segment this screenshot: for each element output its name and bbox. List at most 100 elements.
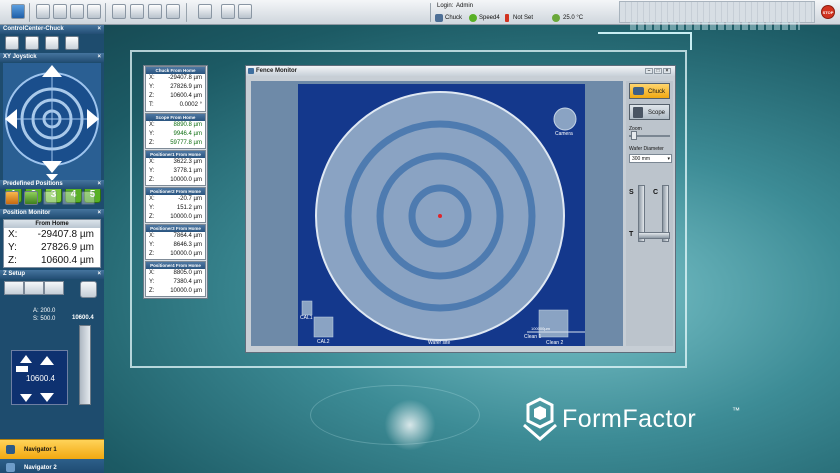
close-icon[interactable]: × xyxy=(97,25,101,34)
coord-row: X: 7864.4 µm xyxy=(146,232,205,241)
axis-value: 151.2 µm xyxy=(176,205,202,211)
t-slider[interactable] xyxy=(638,232,670,239)
axis-label: Y: xyxy=(149,131,155,137)
navigator-1-tab[interactable]: Navigator 1 xyxy=(0,439,104,459)
axis-label: X: xyxy=(149,270,155,276)
z-a-value: A: 200.0 xyxy=(33,308,56,314)
position-slot-icon xyxy=(81,191,95,205)
coord-group-title: Positioner4 From Home xyxy=(146,262,205,269)
decor-glow xyxy=(380,395,440,455)
coord-row: Z: 10000.0 µm xyxy=(146,176,205,185)
position-row-x: X: -29407.8 µm xyxy=(4,228,100,241)
coord-row: Z: 10000.0 µm xyxy=(146,250,205,259)
navigator-icon xyxy=(6,463,15,472)
layout-icon[interactable] xyxy=(112,4,126,19)
navigator-2-tab[interactable]: Navigator 2 xyxy=(0,459,104,473)
align-icon[interactable] xyxy=(198,4,212,19)
predefined-title: Predefined Positions × xyxy=(0,180,104,189)
axis-value: 7380.4 µm xyxy=(173,279,202,285)
axis-label: Z: xyxy=(149,177,155,183)
close-icon[interactable]: × xyxy=(97,180,101,189)
center-position-icon[interactable] xyxy=(24,191,38,205)
login-label: Login: xyxy=(437,3,454,9)
axis-value: -29407.8 µm xyxy=(168,75,202,81)
scope-coord-group: Scope From Home X: 8890.8 µm Y: 9946.4 µm … xyxy=(145,113,206,149)
folder-icon[interactable] xyxy=(70,4,84,19)
positioners-all-icon[interactable] xyxy=(65,36,79,50)
z-slider[interactable] xyxy=(79,325,91,405)
t-label: T xyxy=(629,231,634,238)
formfactor-logo-text: FormFactor xyxy=(562,405,697,433)
close-icon[interactable]: × xyxy=(97,270,101,279)
chuck-mode-icon[interactable] xyxy=(5,36,19,50)
z-pad-value: 10600.4 xyxy=(26,374,55,383)
axis-label: Z: xyxy=(149,140,155,146)
toolbar-progress-area xyxy=(619,1,815,23)
z-settings-icon[interactable] xyxy=(80,281,97,298)
wafer-map-icon[interactable] xyxy=(166,4,180,19)
joystick-title-text: XY Joystick xyxy=(3,54,37,60)
chuck-view-label: Chuck xyxy=(647,89,665,95)
axis-value: 10000.0 µm xyxy=(170,251,202,257)
z-s-value: S: 500.0 xyxy=(33,316,56,322)
axis-value: -20.7 µm xyxy=(178,196,202,202)
wafer-diameter-value: 300 mm xyxy=(632,156,651,162)
positioner2-coord-group: Positioner2 From Home X: -20.7 µm Y: 151.2… xyxy=(145,187,206,223)
axis-value: 9946.4 µm xyxy=(173,131,202,137)
axis-value: 10000.0 µm xyxy=(170,288,202,294)
predefined-title-text: Predefined Positions xyxy=(3,181,63,187)
toolbar-separator xyxy=(186,3,187,22)
stop-button[interactable]: STOP xyxy=(821,5,835,19)
coord-row: Y: 27826.9 µm xyxy=(146,83,205,92)
z-separate-button[interactable] xyxy=(44,281,64,295)
z-up-fast-button[interactable] xyxy=(46,355,64,367)
axis-value: 10600.4 µm xyxy=(170,93,202,99)
chuck-icon[interactable] xyxy=(148,4,162,19)
close-icon[interactable]: × xyxy=(663,68,671,74)
coord-row: T: 0.0002 ° xyxy=(146,101,205,110)
fence-canvas[interactable]: Camera CAL1 CAL2 Wafer site Clean 1 Clea… xyxy=(251,81,623,346)
scope-mode-icon[interactable] xyxy=(25,36,39,50)
z-down-fast-button[interactable] xyxy=(46,391,64,403)
navigator-icon xyxy=(6,445,15,454)
temperature-value: 25.0 °C xyxy=(563,15,584,21)
fence-side-panel: Chuck Scope Zoom Wafer Diameter 300 mm ▾… xyxy=(626,81,673,346)
joystick-pad[interactable] xyxy=(3,63,101,183)
z-align-button[interactable] xyxy=(24,281,44,295)
decor-stripes xyxy=(630,22,800,30)
scope-view-button[interactable]: Scope xyxy=(629,104,670,120)
home-position-icon[interactable] xyxy=(5,191,19,205)
clean2-label: Clean 2 xyxy=(546,340,564,346)
minimize-icon[interactable]: – xyxy=(645,68,653,74)
z-setup-title: Z Setup × xyxy=(0,270,104,279)
chuck-icon xyxy=(633,87,644,95)
zoom-slider-thumb[interactable] xyxy=(631,131,637,140)
coord-group-title: Positioner2 From Home xyxy=(146,188,205,195)
axis-value: 0.0002 ° xyxy=(179,102,202,108)
light-bulb-icon[interactable] xyxy=(221,4,235,19)
close-icon[interactable]: × xyxy=(97,53,101,62)
fence-monitor-title: Fence Monitor xyxy=(256,68,298,74)
toolbar-separator xyxy=(105,3,106,22)
coord-row: Y: 8646.3 µm xyxy=(146,241,205,250)
lock-icon[interactable] xyxy=(36,4,50,19)
position-monitor: From Home X: -29407.8 µm Y: 27826.9 µm Z: 1… xyxy=(3,219,101,268)
coord-row: Y: 3778.1 µm xyxy=(146,167,205,176)
close-icon[interactable]: × xyxy=(97,209,101,218)
wafer-diameter-select[interactable]: 300 mm ▾ xyxy=(629,154,672,163)
save-icon[interactable] xyxy=(87,4,101,19)
app-menu-icon[interactable] xyxy=(11,4,25,19)
chuck-view-button[interactable]: Chuck xyxy=(629,83,670,99)
maximize-icon[interactable]: □ xyxy=(654,68,662,74)
coord-row: Z: 10600.4 µm xyxy=(146,92,205,101)
home-icon[interactable] xyxy=(53,4,67,19)
z-contact-button[interactable] xyxy=(4,281,24,295)
fence-monitor-titlebar[interactable]: Fence Monitor – □ × xyxy=(246,66,675,76)
probe-icon[interactable] xyxy=(130,4,144,19)
axis-label: X: xyxy=(149,75,155,81)
vacuum-icon[interactable] xyxy=(238,4,252,19)
joystick-title: XY Joystick × xyxy=(0,53,104,62)
axis-label: Y: xyxy=(149,242,155,248)
axis-value: 8646.3 µm xyxy=(173,242,202,248)
positioner-mode-icon[interactable] xyxy=(45,36,59,50)
